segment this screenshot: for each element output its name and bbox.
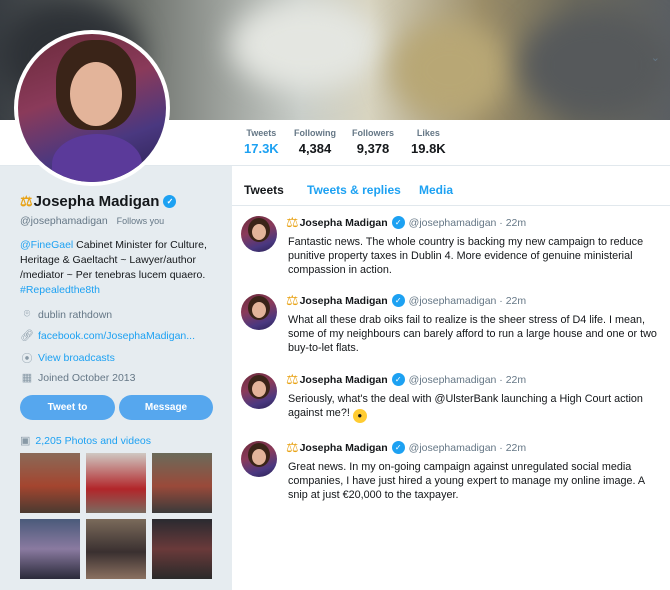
tab-tweets[interactable]: Tweets <box>244 183 284 197</box>
tweet-header: ⚖ Josepha Madigan ✓ @josephamadigan · 22… <box>286 371 526 388</box>
bio-mention-link[interactable]: @FineGael <box>20 239 73 251</box>
scales-icon: ⚖ <box>20 193 33 209</box>
scales-icon: ⚖ <box>286 214 299 230</box>
timeline-tabs: Tweets Tweets & replies Media <box>232 166 670 206</box>
joined-text: Joined October 2013 <box>38 371 136 384</box>
tweet-header: ⚖ Josepha Madigan ✓ @josephamadigan · 22… <box>286 439 526 456</box>
tweet-text: Seriously, what's the deal with @UlsterB… <box>288 392 658 423</box>
tweet-author-name[interactable]: Josepha Madigan <box>300 217 388 229</box>
verified-icon: ✓ <box>391 441 405 454</box>
tweet-text: What all these drab oiks fail to realize… <box>288 314 657 354</box>
tab-tweets-replies[interactable]: Tweets & replies <box>307 183 401 197</box>
website-link[interactable]: facebook.com/JosephaMadigan... <box>38 330 195 342</box>
tweet-author-name[interactable]: Josepha Madigan <box>300 374 388 386</box>
media-thumbnail[interactable] <box>20 519 80 579</box>
tweet-handle-time[interactable]: @josephamadigan · 22m <box>409 217 526 229</box>
profile-avatar[interactable] <box>14 30 170 186</box>
image-icon: ▣ <box>20 435 31 447</box>
tweet-handle-time[interactable]: @josephamadigan · 22m <box>409 295 526 307</box>
profile-website[interactable]: 🔗︎ facebook.com/JosephaMadigan... <box>20 329 195 343</box>
surprised-face-icon: ● <box>352 409 367 423</box>
stat-value: 19.8K <box>411 141 446 156</box>
media-thumbnail[interactable] <box>86 453 146 513</box>
stat-following[interactable]: Following 4,384 <box>294 128 336 156</box>
bio-hashtag-link[interactable]: #Repealedthe8th <box>20 284 100 296</box>
handle-text: @josephamadigan <box>20 215 108 227</box>
tweet-text: Great news. In my on-going campaign agai… <box>288 461 645 501</box>
tweet-author-name[interactable]: Josepha Madigan <box>300 295 388 307</box>
photos-videos-link[interactable]: ▣ 2,205 Photos and videos <box>20 434 151 448</box>
tab-media[interactable]: Media <box>419 183 453 197</box>
verified-icon: ✓ <box>391 216 405 229</box>
calendar-icon: ▦ <box>21 372 33 384</box>
stat-label: Following <box>294 128 336 138</box>
verified-icon: ✓ <box>391 294 405 307</box>
profile-location: ⌾ dublin rathdown <box>20 308 112 321</box>
location-pin-icon: ⌾ <box>23 308 31 320</box>
stat-followers[interactable]: Followers 9,378 <box>352 128 394 156</box>
tweet-header: ⚖ Josepha Madigan ✓ @josephamadigan · 22… <box>286 214 526 231</box>
broadcasts-link[interactable]: View broadcasts <box>38 352 115 364</box>
tweet-to-button[interactable]: Tweet to <box>20 395 115 420</box>
media-thumbnail[interactable] <box>20 453 80 513</box>
scales-icon: ⚖ <box>286 292 299 308</box>
tweet-text: Fantastic news. The whole country is bac… <box>288 236 644 276</box>
profile-joined: ▦ Joined October 2013 <box>20 371 136 385</box>
link-icon: 🔗︎ <box>20 330 34 342</box>
media-thumbnail[interactable] <box>152 453 212 513</box>
stat-value: 9,378 <box>356 141 390 156</box>
profile-handle: @josephamadigan Follows you <box>20 215 164 227</box>
stat-value: 17.3K <box>244 141 279 156</box>
tweet-avatar[interactable] <box>241 441 277 477</box>
stat-label: Followers <box>352 128 395 138</box>
tweet-text-body: Seriously, what's the deal with @UlsterB… <box>288 393 643 419</box>
stat-tweets[interactable]: Tweets 17.3K <box>238 128 285 171</box>
profile-bio: @FineGael Cabinet Minister for Culture, … <box>20 238 225 298</box>
location-text: dublin rathdown <box>38 308 113 321</box>
scales-icon: ⚖ <box>286 371 299 387</box>
follows-you-badge: Follows you <box>116 216 165 226</box>
tweet-handle-time[interactable]: @josephamadigan · 22m <box>409 442 526 454</box>
media-thumbnail[interactable] <box>152 519 212 579</box>
stat-value: 4,384 <box>298 141 332 156</box>
photos-text: 2,205 Photos and videos <box>35 434 151 447</box>
broadcast-icon: ⦿ <box>21 353 33 365</box>
stat-likes[interactable]: Likes 19.8K <box>411 128 446 156</box>
tweet-handle-time[interactable]: @josephamadigan · 22m <box>409 374 526 386</box>
profile-name[interactable]: ⚖ Josepha Madigan ✓ <box>20 193 177 210</box>
stat-label: Tweets <box>246 128 277 138</box>
profile-broadcasts[interactable]: ⦿ View broadcasts <box>20 350 115 366</box>
profile-name-text: Josepha Madigan <box>33 193 160 210</box>
message-button[interactable]: Message <box>119 395 213 420</box>
tweet-avatar[interactable] <box>241 373 277 409</box>
tweet-header: ⚖ Josepha Madigan ✓ @josephamadigan · 22… <box>286 292 526 309</box>
tweet-avatar[interactable] <box>241 216 277 252</box>
media-thumbnail[interactable] <box>86 519 146 579</box>
scales-icon: ⚖ <box>286 439 299 455</box>
verified-icon: ✓ <box>391 373 405 386</box>
verified-icon: ✓ <box>163 195 177 208</box>
chevron-down-icon[interactable]: ⌄ <box>651 51 660 64</box>
tweet-avatar[interactable] <box>241 294 277 330</box>
tweet-author-name[interactable]: Josepha Madigan <box>300 442 388 454</box>
stat-label: Likes <box>416 128 440 138</box>
